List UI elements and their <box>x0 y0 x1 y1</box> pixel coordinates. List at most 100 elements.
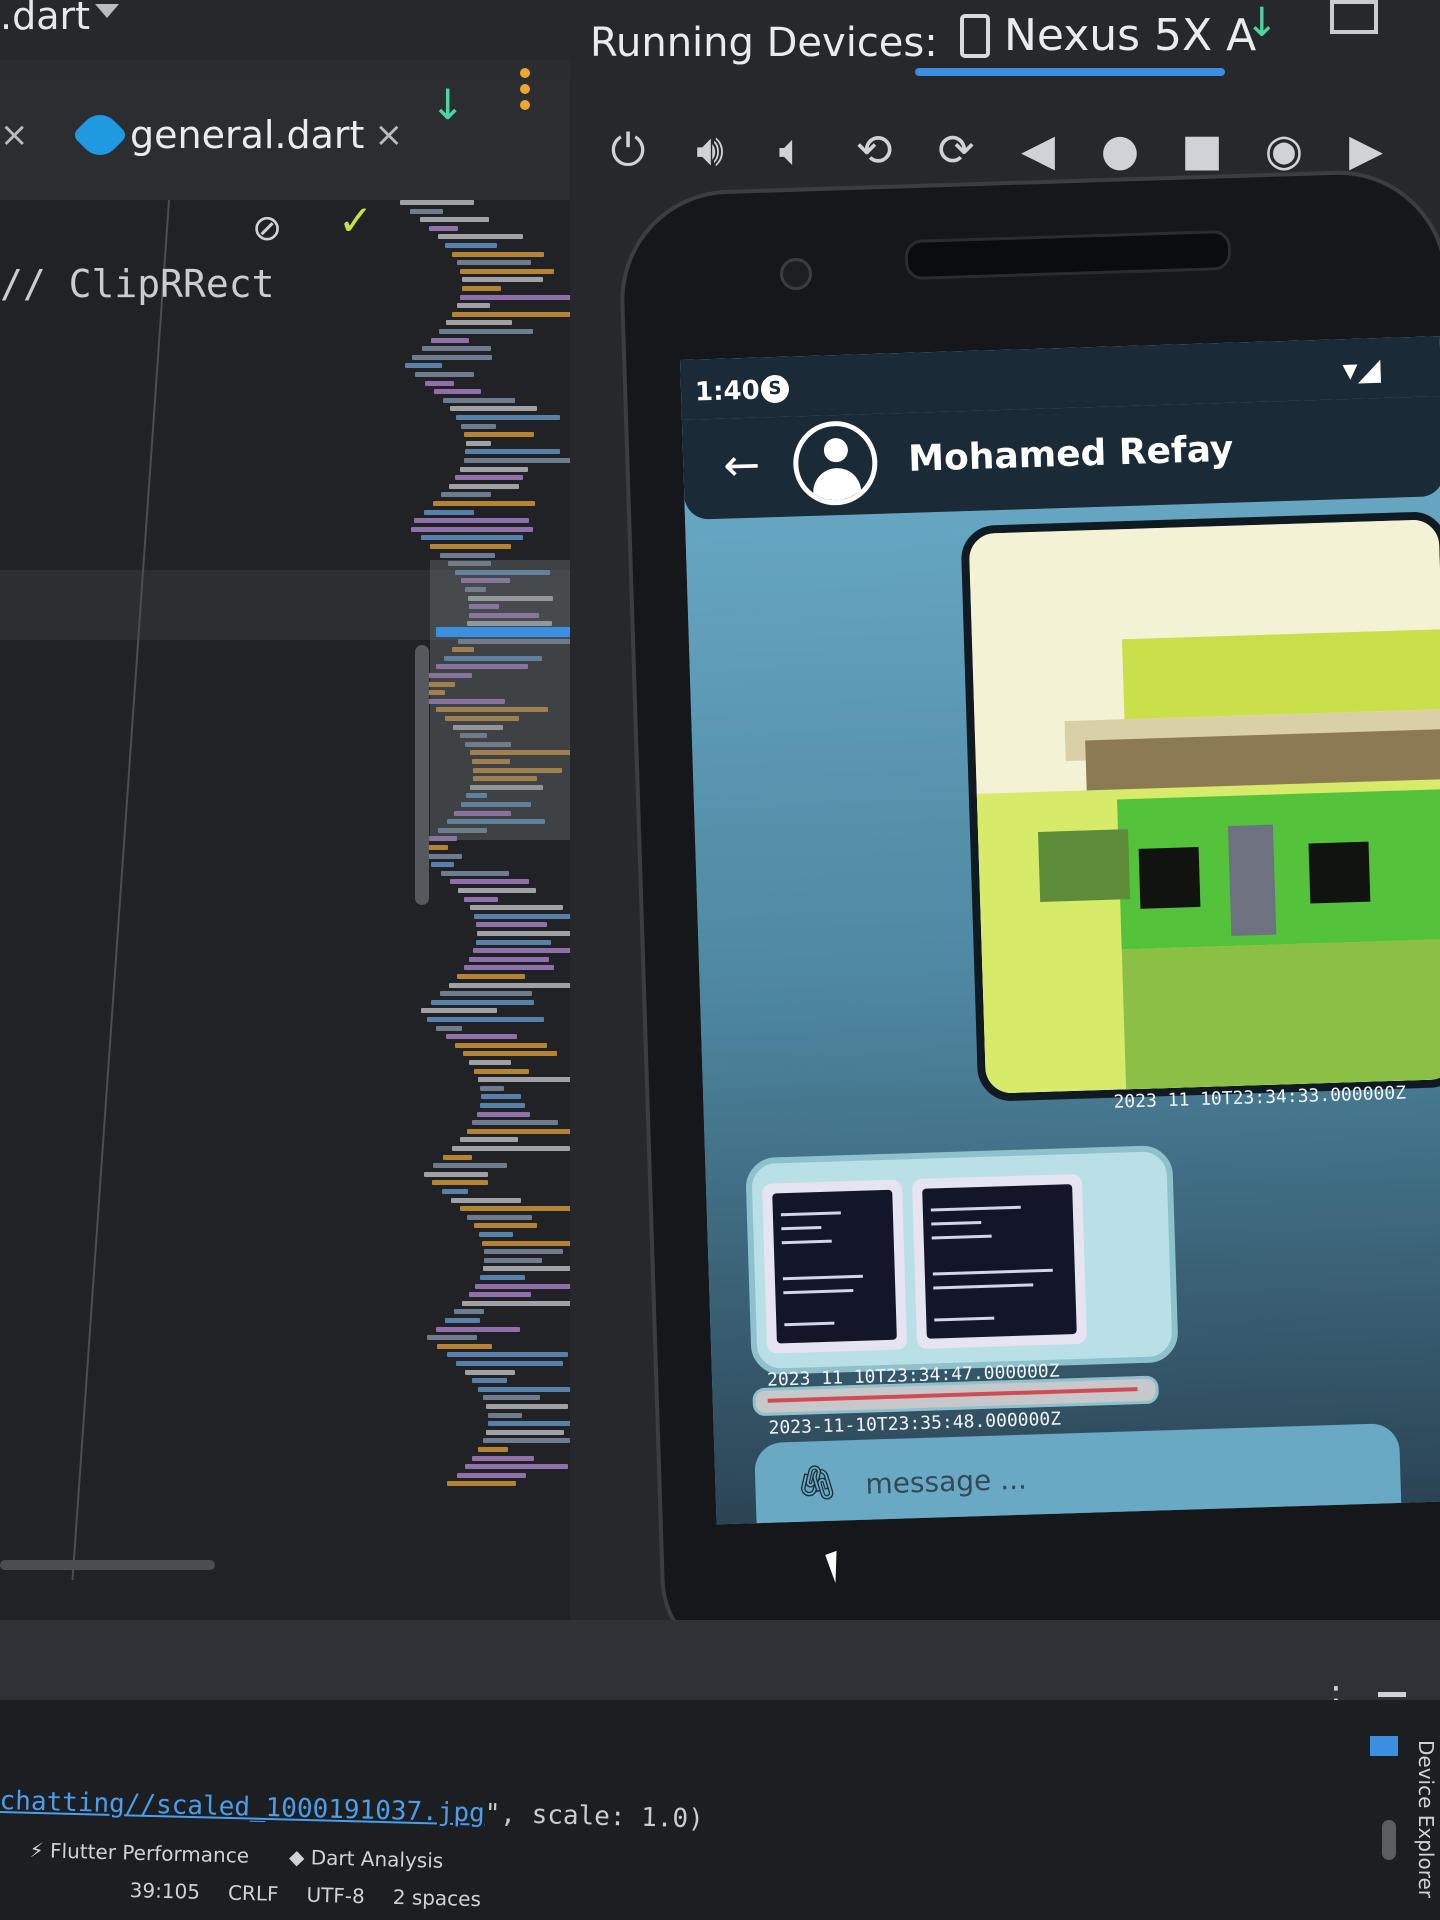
image-message[interactable] <box>960 511 1440 1102</box>
volume-up-icon[interactable]: 🔊︎ <box>682 125 738 176</box>
avatar-body <box>812 467 862 503</box>
minimap-line <box>459 268 554 274</box>
more-options-icon[interactable] <box>520 68 532 110</box>
minimap-line <box>446 1352 569 1358</box>
minimap-line <box>486 1404 568 1409</box>
dart-analysis-tool[interactable]: ◆ Dart Analysis <box>289 1845 444 1873</box>
minimap-line <box>472 1455 534 1461</box>
minimap-line <box>431 1180 489 1186</box>
tab-previous[interactable]: × <box>0 95 29 175</box>
screen-record-icon[interactable]: ▶ <box>1338 125 1394 176</box>
download-arrow-icon[interactable]: ↓ <box>430 80 465 129</box>
indent-setting[interactable]: 2 spaces <box>392 1885 481 1911</box>
minimap-line <box>454 1042 548 1048</box>
minimap-line <box>456 415 560 420</box>
device-explorer-icon[interactable] <box>1370 1736 1398 1756</box>
wifi-signal-icon: ▾◢ <box>1341 352 1382 389</box>
home-icon[interactable]: ● <box>1092 125 1148 176</box>
minimap-line <box>445 1034 518 1040</box>
minimap-line <box>451 1197 522 1203</box>
device-tab[interactable]: Nexus 5X A <box>960 10 1256 61</box>
minimap-line <box>465 449 561 455</box>
volume-down-icon[interactable]: 🔈︎ <box>764 125 820 176</box>
image-thumbnail[interactable] <box>911 1173 1088 1350</box>
panel-scrollbar[interactable] <box>1382 1820 1396 1860</box>
minimap-line <box>437 234 523 240</box>
message-placeholder: message ... <box>864 1462 1028 1501</box>
console-text: ", scale: 1.0) <box>484 1798 705 1835</box>
minimap-line <box>420 217 489 223</box>
window-restore-icon[interactable] <box>1330 0 1378 34</box>
file-title[interactable]: .dart <box>0 0 90 38</box>
phone-screen[interactable]: 1:40 S ▾◢ ← Mohamed Refay 2023 11 10T23:… <box>680 336 1440 1525</box>
phone-camera <box>780 258 812 290</box>
minimap-line <box>479 1275 526 1280</box>
camera-icon[interactable]: ◉ <box>1256 125 1312 176</box>
multi-image-message[interactable] <box>745 1144 1179 1376</box>
minimap-line <box>484 1257 543 1263</box>
minimap-line <box>423 1171 488 1177</box>
notification-badge: S <box>760 374 790 404</box>
minimap-line <box>473 948 581 954</box>
horizontal-scrollbar[interactable] <box>0 1560 215 1570</box>
checkmark-icon[interactable]: ✓ <box>338 196 373 245</box>
code-line[interactable]: // ClipRRect <box>0 262 275 306</box>
minimap-line <box>431 862 455 868</box>
minimap-line <box>480 1094 521 1100</box>
file-encoding[interactable]: UTF-8 <box>306 1883 365 1909</box>
line-ending[interactable]: CRLF <box>228 1881 279 1906</box>
minimap-line <box>421 346 491 352</box>
minimap-line <box>446 320 513 326</box>
minimap-line <box>415 372 475 377</box>
minimap-line <box>464 1464 568 1470</box>
minimap-line <box>483 1438 571 1444</box>
rotate-left-icon[interactable]: ⟲ <box>846 125 902 176</box>
minimap-line <box>433 501 535 506</box>
minimap-line <box>434 389 481 395</box>
image-thumbnail[interactable] <box>761 1179 908 1354</box>
minimap-line <box>414 518 529 524</box>
minimap-line <box>429 225 458 231</box>
active-tab-indicator <box>915 68 1225 76</box>
close-icon[interactable]: × <box>0 115 29 155</box>
rotate-right-icon[interactable]: ⟳ <box>928 125 984 176</box>
minimap-line <box>483 1395 540 1401</box>
avatar[interactable] <box>792 419 879 507</box>
minimap-line <box>484 1249 564 1255</box>
vertical-scrollbar[interactable] <box>415 645 429 905</box>
back-icon[interactable]: ◀ <box>1010 125 1066 176</box>
attachment-icon[interactable]: 🖇︎ <box>795 1463 839 1504</box>
minimap-line <box>437 1343 493 1349</box>
minimap-line <box>430 337 470 343</box>
eye-off-icon[interactable]: ⊘ <box>252 208 282 249</box>
minimize-icon[interactable] <box>1378 1692 1406 1697</box>
minimap-line <box>474 1068 529 1074</box>
status-time: 1:40 <box>694 375 761 408</box>
minimap-line <box>450 406 537 412</box>
minimap-line <box>445 1318 480 1323</box>
download-arrow-icon[interactable]: ↓ <box>1245 0 1279 46</box>
cursor-position[interactable]: 39:105 <box>129 1878 200 1904</box>
minimap-line <box>456 260 532 266</box>
minimap-line <box>480 1085 505 1091</box>
running-devices-title: Running Devices: <box>590 20 938 66</box>
overview-icon[interactable]: ■ <box>1174 125 1230 176</box>
tab-label: general.dart <box>130 113 365 157</box>
back-arrow-icon[interactable]: ← <box>723 440 761 492</box>
close-icon[interactable]: × <box>374 115 403 155</box>
tab-general-dart[interactable]: general.dart × <box>71 95 403 175</box>
minimap-line <box>459 1206 579 1212</box>
minimap-line <box>462 1300 571 1306</box>
image-block <box>1121 629 1440 720</box>
device-explorer-tab[interactable]: Device Explorer <box>1408 1740 1438 1900</box>
dropdown-icon[interactable] <box>95 4 119 18</box>
minimap-line <box>469 956 550 962</box>
minimap-line <box>479 1103 526 1108</box>
minimap-line <box>460 294 584 300</box>
power-icon[interactable]: ⏻ <box>600 125 656 176</box>
minimap-line <box>478 1232 513 1237</box>
minimap-line <box>473 1223 537 1229</box>
minimap-line <box>445 243 497 248</box>
minimap-line <box>472 1120 559 1126</box>
tool-window-header <box>0 1620 1440 1710</box>
